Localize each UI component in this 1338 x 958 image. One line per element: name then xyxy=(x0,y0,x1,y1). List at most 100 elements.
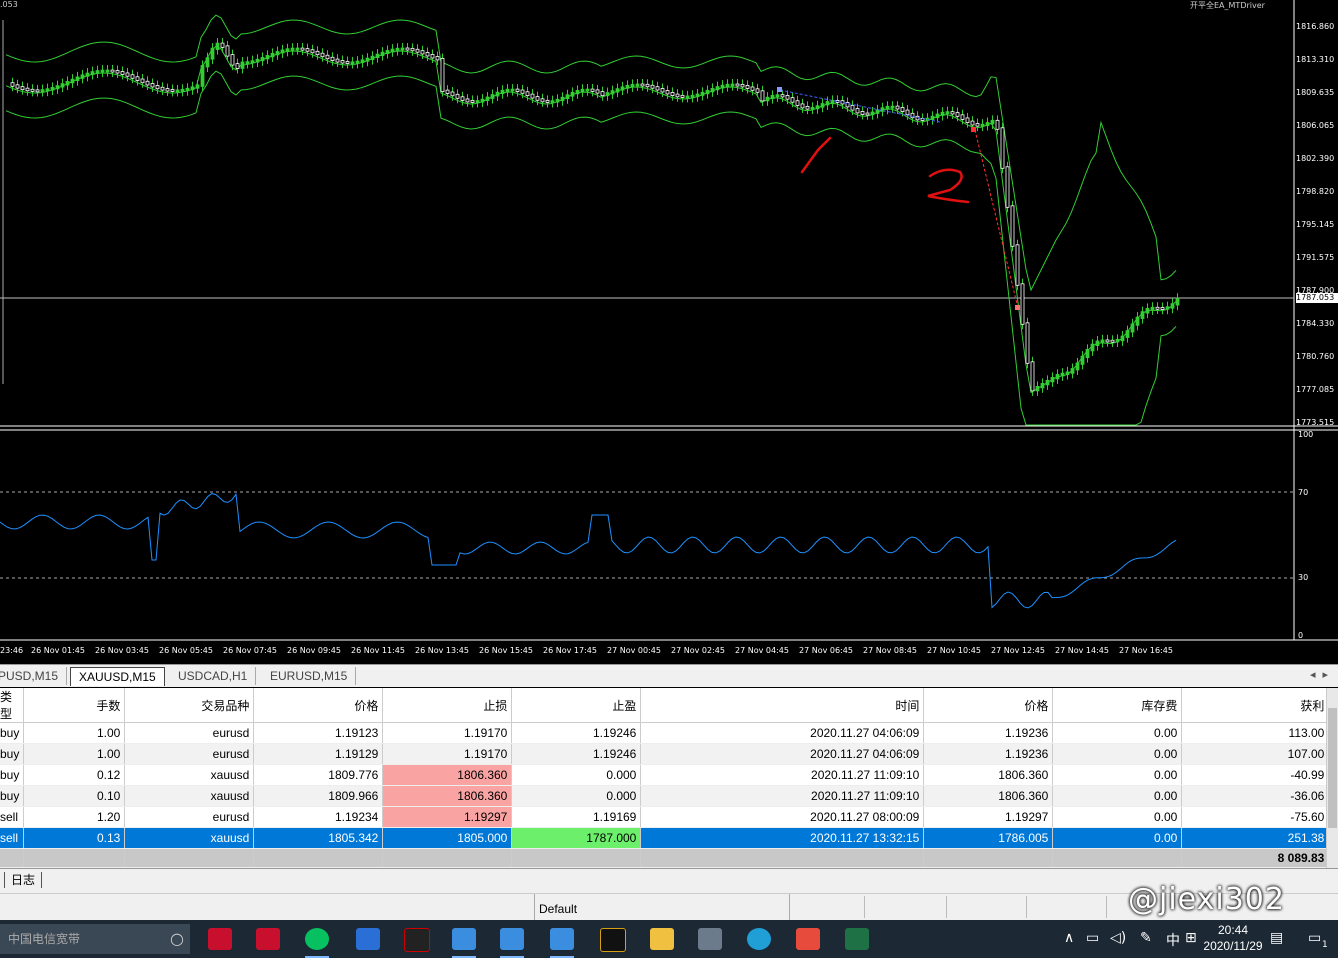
candle-body xyxy=(525,91,530,97)
mt4-icon[interactable] xyxy=(452,928,476,958)
candle-body xyxy=(320,52,325,58)
col-price2[interactable]: 价格 xyxy=(923,688,1054,723)
mt4-icon-2[interactable] xyxy=(500,928,524,958)
table-cell: 0.000 xyxy=(511,764,642,786)
chart-window[interactable]: .053 开平全EA_MTDriver 1816.860 1813.310 1809… xyxy=(0,0,1338,664)
table-row[interactable]: buy 1.00 eurusd 1.19123 1.19170 1.19246 2020.1… xyxy=(0,722,1330,744)
candle-body xyxy=(95,70,100,74)
volume-icon[interactable]: ◁) xyxy=(1110,930,1126,946)
edge-browser-icon[interactable] xyxy=(747,928,771,950)
current-price-label: 1787.053 xyxy=(1296,293,1338,303)
excel-icon[interactable] xyxy=(845,928,869,950)
candle-body xyxy=(80,74,85,79)
col-symbol[interactable]: 交易品种 xyxy=(124,688,255,723)
terminal-scrollbar[interactable] xyxy=(1326,688,1338,868)
chart-tab-active[interactable]: XAUUSD,M15 xyxy=(70,667,165,686)
col-type[interactable]: 类型 xyxy=(0,688,25,723)
tab-scroll-arrows[interactable]: ◂ ▸ xyxy=(1310,668,1328,681)
chart-tab[interactable]: EURUSD,M15 xyxy=(262,667,357,685)
candle-body xyxy=(180,88,185,92)
candle-body xyxy=(615,88,620,93)
pen-icon[interactable]: ✎ xyxy=(1140,930,1152,946)
notification-icon[interactable]: ▭ xyxy=(1308,930,1321,946)
snipping-tool-icon[interactable] xyxy=(796,928,820,950)
candle-body xyxy=(400,47,405,51)
col-lots[interactable]: 手数 xyxy=(23,688,126,723)
candle-body xyxy=(565,94,570,100)
poker-app-icon-2[interactable] xyxy=(256,928,280,950)
trading-app-icon[interactable] xyxy=(404,928,430,952)
candle-body xyxy=(870,111,875,116)
system-clock[interactable]: 20:44 2020/11/29 xyxy=(1203,922,1263,954)
candle-body xyxy=(255,58,260,63)
candle-body xyxy=(895,105,900,110)
time-axis-label: 26 Nov 15:45 xyxy=(479,646,533,655)
calculator-icon[interactable] xyxy=(698,928,722,950)
col-profit[interactable]: 获利 xyxy=(1181,688,1330,723)
candle-body xyxy=(370,55,375,61)
window-app-icon[interactable] xyxy=(356,928,380,950)
col-swap[interactable]: 库存费 xyxy=(1052,688,1183,723)
candle-body xyxy=(1055,373,1060,380)
candle-body xyxy=(145,80,150,86)
candle-body xyxy=(50,86,55,91)
col-time[interactable]: 时间 xyxy=(640,688,925,723)
table-row[interactable]: buy 0.12 xauusd 1809.776 1806.360 0.000 2020.1… xyxy=(0,764,1330,786)
scrollbar-thumb[interactable] xyxy=(1328,708,1337,828)
chart-tab[interactable]: PUSD,M15 xyxy=(0,667,68,685)
folder-icon[interactable] xyxy=(650,928,674,950)
candle-body xyxy=(795,100,800,106)
candle-body xyxy=(1120,335,1125,342)
candle-body xyxy=(690,94,695,98)
table-cell: -36.06 xyxy=(1181,785,1330,807)
ime-indicator[interactable]: 中 xyxy=(1166,930,1180,950)
total-cell xyxy=(23,848,126,868)
table-row[interactable]: buy 1.00 eurusd 1.19129 1.19170 1.19246 2020.1… xyxy=(0,743,1330,765)
candle-body xyxy=(770,94,775,100)
col-price[interactable]: 价格 xyxy=(253,688,384,723)
candle-body xyxy=(185,87,190,92)
candle-body xyxy=(1035,385,1040,392)
col-sl[interactable]: 止损 xyxy=(382,688,513,723)
poker-app-icon[interactable] xyxy=(208,928,232,950)
time-axis-label: 26 Nov 05:45 xyxy=(159,646,213,655)
time-axis-label: 27 Nov 04:45 xyxy=(735,646,789,655)
candle-body xyxy=(945,111,950,115)
tray-chevron-icon[interactable]: ∧ xyxy=(1064,930,1074,946)
candle-body xyxy=(780,94,785,98)
table-row[interactable]: sell 1.20 eurusd 1.19234 1.19297 1.19169 2020.… xyxy=(0,806,1330,828)
network-icon[interactable]: ▭ xyxy=(1086,930,1099,946)
ime-mode-icon[interactable]: ⊞ xyxy=(1185,930,1197,946)
table-header-row: 类型 手数 交易品种 价格 止损 止盈 时间 价格 库存费 获利 xyxy=(0,688,1330,723)
chart-tab[interactable]: USDCAD,H1 xyxy=(170,667,257,685)
price-scale-label: 1802.390 xyxy=(1296,154,1335,163)
candle-body xyxy=(15,84,20,89)
candle-body xyxy=(860,111,865,115)
candle-body xyxy=(435,56,440,61)
chart-corner-label: .053 xyxy=(0,0,18,9)
wechat-icon[interactable] xyxy=(305,928,329,958)
status-separator xyxy=(946,896,947,918)
notes-icon[interactable]: ▤ xyxy=(1270,930,1283,946)
table-cell: 113.00 xyxy=(1181,722,1330,744)
mt4-icon-3[interactable] xyxy=(550,928,574,958)
candle-body xyxy=(715,86,720,91)
table-row[interactable]: buy 0.10 xauusd 1809.966 1806.360 0.000 2020.1… xyxy=(0,785,1330,807)
price-chart[interactable] xyxy=(0,0,1338,664)
candle-body xyxy=(955,112,960,117)
candle-body xyxy=(575,89,580,95)
ea-label: 开平全EA_MTDriver xyxy=(1190,1,1265,10)
exchange-app-icon[interactable] xyxy=(600,928,626,952)
col-tp[interactable]: 止盈 xyxy=(511,688,642,723)
candle-body xyxy=(65,81,70,86)
table-cell: 0.00 xyxy=(1052,785,1183,807)
taskbar-search[interactable]: 中国电信宽带 ○ xyxy=(0,924,190,954)
candle-body xyxy=(325,54,330,60)
table-row[interactable]: sell 0.13 xauusd 1805.342 1805.000 1787.000 20… xyxy=(0,827,1330,849)
price-scale-label: 1780.760 xyxy=(1296,352,1335,361)
candle-body xyxy=(90,71,95,75)
table-cell: 2020.11.27 04:06:09 xyxy=(640,743,925,765)
tab-journal[interactable]: 日志 xyxy=(4,872,43,888)
total-row: 8 089.83 xyxy=(0,848,1330,868)
candle-body xyxy=(75,76,80,82)
